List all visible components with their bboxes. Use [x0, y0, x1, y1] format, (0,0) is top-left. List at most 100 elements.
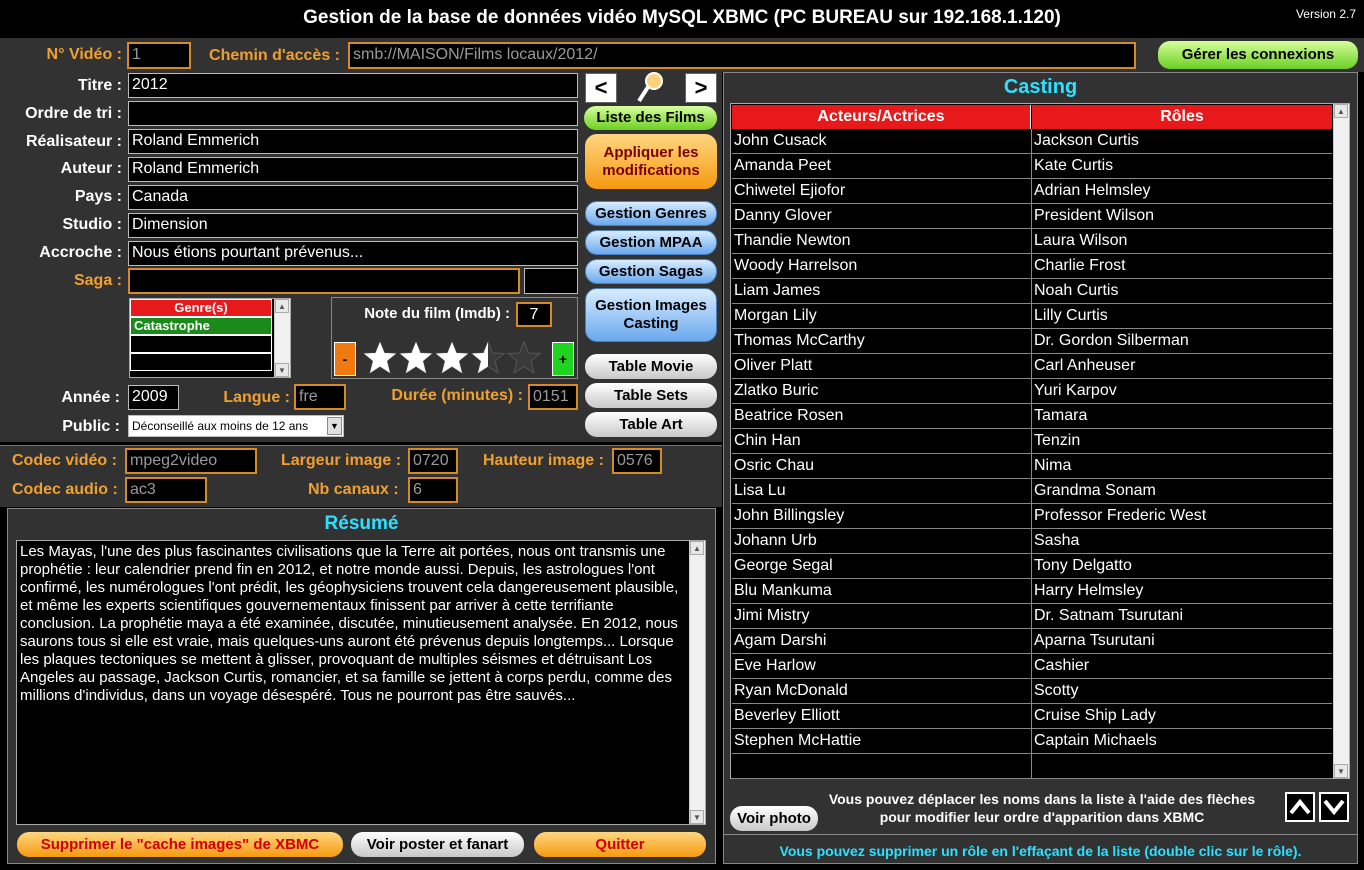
role-cell[interactable]: Lilly Curtis — [1034, 307, 1108, 325]
actor-cell[interactable]: Stephen McHattie — [734, 732, 861, 750]
star-icon[interactable] — [470, 340, 506, 375]
chevron-down-icon[interactable]: ▼ — [327, 417, 342, 435]
video-no-field[interactable]: 1 — [127, 42, 191, 69]
actor-cell[interactable]: Chin Han — [734, 432, 801, 450]
role-cell[interactable]: Cashier — [1034, 657, 1089, 675]
manage-mpaa-button[interactable]: Gestion MPAA — [585, 230, 717, 255]
scroll-down-icon[interactable]: ▼ — [690, 810, 704, 824]
actor-cell[interactable]: Agam Darshi — [734, 632, 826, 650]
table-sets-button[interactable]: Table Sets — [585, 383, 717, 408]
rating-minus-button[interactable]: - — [334, 342, 356, 376]
genres-list[interactable]: Genre(s) Catastrophe ▲ ▼ — [129, 298, 291, 378]
table-row[interactable]: John Billingsley Professor Frederic West — [732, 504, 1332, 529]
titre-field[interactable]: 2012 — [128, 73, 578, 98]
actor-cell[interactable]: Amanda Peet — [734, 157, 831, 175]
table-row[interactable]: Beatrice Rosen Tamara — [732, 404, 1332, 429]
genre-item[interactable] — [130, 335, 272, 353]
scroll-down-icon[interactable]: ▼ — [275, 363, 289, 377]
quit-button[interactable]: Quitter — [534, 832, 706, 857]
actor-cell[interactable]: Oliver Platt — [734, 357, 812, 375]
role-cell[interactable]: Charlie Frost — [1034, 257, 1126, 275]
table-row[interactable]: Blu Mankuma Harry Helmsley — [732, 579, 1332, 604]
role-column-header[interactable]: Rôles — [1032, 105, 1332, 129]
star-icon[interactable] — [434, 340, 470, 375]
actor-column-header[interactable]: Acteurs/Actrices — [732, 105, 1031, 129]
role-cell[interactable]: Cruise Ship Lady — [1034, 707, 1156, 725]
actor-cell[interactable]: George Segal — [734, 557, 833, 575]
role-cell[interactable]: President Wilson — [1034, 207, 1154, 225]
role-cell[interactable]: Tony Delgatto — [1034, 557, 1132, 575]
table-row[interactable]: Amanda Peet Kate Curtis — [732, 154, 1332, 179]
table-row[interactable]: Danny Glover President Wilson — [732, 204, 1332, 229]
table-row[interactable]: George Segal Tony Delgatto — [732, 554, 1332, 579]
role-cell[interactable]: Yuri Karpov — [1034, 382, 1117, 400]
actor-cell[interactable]: Danny Glover — [734, 207, 832, 225]
auteur-field[interactable]: Roland Emmerich — [128, 157, 578, 182]
table-row[interactable]: Lisa Lu Grandma Sonam — [732, 479, 1332, 504]
scroll-down-icon[interactable]: ▼ — [1334, 764, 1348, 778]
role-cell[interactable]: Sasha — [1034, 532, 1079, 550]
actor-cell[interactable]: Liam James — [734, 282, 820, 300]
view-photo-button[interactable]: Voir photo — [730, 806, 818, 831]
manage-sagas-button[interactable]: Gestion Sagas — [585, 259, 717, 284]
accroche-field[interactable]: Nous étions pourtant prévenus... — [128, 241, 578, 266]
saga-number-field[interactable] — [524, 268, 578, 294]
table-row[interactable]: Woody Harrelson Charlie Frost — [732, 254, 1332, 279]
langue-field[interactable]: fre — [294, 384, 346, 410]
role-cell[interactable]: Carl Anheuser — [1034, 357, 1135, 375]
path-field[interactable]: smb://MAISON/Films locaux/2012/ — [348, 42, 1136, 69]
table-row[interactable] — [732, 754, 1332, 779]
canaux-field[interactable]: 6 — [408, 477, 458, 503]
table-row[interactable]: Chiwetel Ejiofor Adrian Helmsley — [732, 179, 1332, 204]
actor-cell[interactable]: John Cusack — [734, 132, 827, 150]
scroll-up-icon[interactable]: ▲ — [690, 541, 704, 555]
role-cell[interactable]: Dr. Gordon Silberman — [1034, 332, 1189, 350]
manage-connections-button[interactable]: Gérer les connexions — [1158, 41, 1358, 69]
actor-cell[interactable]: Blu Mankuma — [734, 582, 832, 600]
table-row[interactable]: Ryan McDonald Scotty — [732, 679, 1332, 704]
table-row[interactable]: John Cusack Jackson Curtis — [732, 129, 1332, 154]
actor-cell[interactable]: John Billingsley — [734, 507, 844, 525]
role-cell[interactable]: Captain Michaels — [1034, 732, 1157, 750]
role-cell[interactable]: Harry Helmsley — [1034, 582, 1143, 600]
table-row[interactable]: Zlatko Buric Yuri Karpov — [732, 379, 1332, 404]
table-row[interactable]: Oliver Platt Carl Anheuser — [732, 354, 1332, 379]
role-cell[interactable]: Kate Curtis — [1034, 157, 1113, 175]
actor-cell[interactable]: Lisa Lu — [734, 482, 786, 500]
star-icon[interactable] — [362, 340, 398, 375]
delete-image-cache-button[interactable]: Supprimer le "cache images" de XBMC — [17, 832, 343, 857]
role-cell[interactable]: Scotty — [1034, 682, 1078, 700]
next-button[interactable]: > — [685, 73, 717, 103]
manage-casting-images-button[interactable]: Gestion Images Casting — [585, 288, 717, 342]
table-row[interactable]: Stephen McHattie Captain Michaels — [732, 729, 1332, 754]
actor-cell[interactable]: Jimi Mistry — [734, 607, 810, 625]
role-cell[interactable]: Tenzin — [1034, 432, 1080, 450]
largeur-field[interactable]: 0720 — [408, 448, 458, 474]
actor-cell[interactable]: Thomas McCarthy — [734, 332, 865, 350]
table-row[interactable]: Morgan Lily Lilly Curtis — [732, 304, 1332, 329]
role-cell[interactable]: Nima — [1034, 457, 1071, 475]
genres-scrollbar[interactable]: ▲ ▼ — [274, 299, 290, 377]
note-field[interactable]: 7 — [516, 302, 552, 327]
role-cell[interactable]: Aparna Tsurutani — [1034, 632, 1155, 650]
star-icon[interactable] — [506, 340, 542, 375]
move-down-button[interactable] — [1319, 792, 1349, 822]
ordre-field[interactable] — [128, 101, 578, 126]
public-select[interactable]: Déconseillé aux moins de 12 ans ▼ — [128, 415, 344, 437]
annee-field[interactable]: 2009 — [128, 385, 179, 410]
codec-audio-field[interactable]: ac3 — [125, 477, 207, 503]
actor-cell[interactable]: Morgan Lily — [734, 307, 817, 325]
genre-item[interactable]: Catastrophe — [130, 317, 272, 335]
table-row[interactable]: Beverley Elliott Cruise Ship Lady — [732, 704, 1332, 729]
table-row[interactable]: Thandie Newton Laura Wilson — [732, 229, 1332, 254]
actor-cell[interactable]: Woody Harrelson — [734, 257, 857, 275]
role-cell[interactable]: Grandma Sonam — [1034, 482, 1156, 500]
role-cell[interactable]: Laura Wilson — [1034, 232, 1127, 250]
actor-cell[interactable]: Johann Urb — [734, 532, 817, 550]
duree-field[interactable]: 0151 — [528, 384, 578, 410]
role-cell[interactable]: Adrian Helmsley — [1034, 182, 1150, 200]
table-row[interactable]: Jimi Mistry Dr. Satnam Tsurutani — [732, 604, 1332, 629]
film-list-button[interactable]: Liste des Films — [584, 106, 717, 130]
manage-genres-button[interactable]: Gestion Genres — [585, 201, 717, 226]
move-up-button[interactable] — [1285, 792, 1315, 822]
